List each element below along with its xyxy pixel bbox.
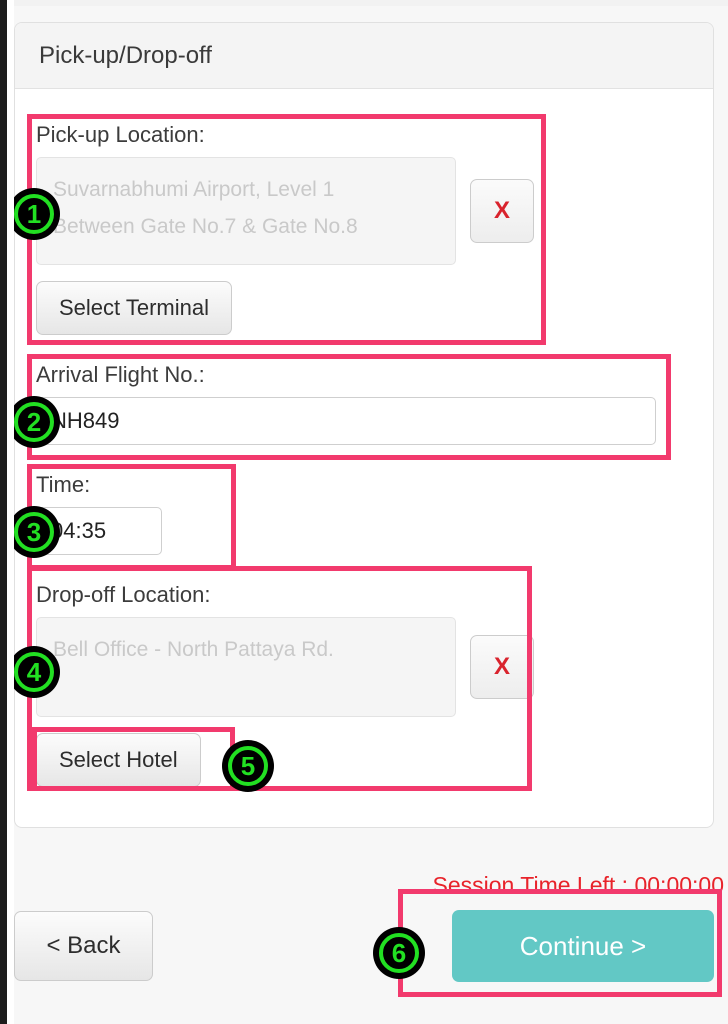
annotation-marker-6: 6: [373, 927, 425, 979]
clear-dropoff-location-button[interactable]: X: [470, 635, 534, 699]
pickup-location-label: Pick-up Location:: [36, 122, 205, 147]
back-button[interactable]: < Back: [14, 911, 153, 981]
dropoff-row: Bell Office - North Pattaya Rd. X: [36, 617, 534, 717]
card-body: [15, 89, 713, 107]
session-time-left: Session Time Left : 00:00:00: [432, 872, 724, 898]
pickup-row: Suvarnabhumi Airport, Level 1 Between Ga…: [36, 157, 534, 265]
continue-button[interactable]: Continue >: [452, 910, 714, 982]
pickup-location-input[interactable]: Suvarnabhumi Airport, Level 1 Between Ga…: [36, 157, 456, 265]
flight-number-input[interactable]: [36, 397, 656, 445]
pickup-placeholder-line1: Suvarnabhumi Airport, Level 1: [53, 178, 335, 201]
marker-ring-6: 6: [379, 933, 419, 973]
dropoff-section: Drop-off Location: Bell Office - North P…: [36, 582, 534, 787]
capture-left-edge-inner: [7, 0, 14, 1024]
pickup-section: Pick-up Location: Suvarnabhumi Airport, …: [36, 122, 534, 335]
flight-number-label: Arrival Flight No.:: [36, 362, 205, 387]
page-title: Pick-up/Drop-off: [39, 41, 212, 69]
time-input[interactable]: [36, 507, 162, 555]
time-label: Time:: [36, 472, 91, 497]
dropoff-location-input[interactable]: Bell Office - North Pattaya Rd.: [36, 617, 456, 717]
clear-pickup-location-button[interactable]: X: [470, 179, 534, 243]
pickup-placeholder-line2: Between Gate No.7 & Gate No.8: [53, 214, 358, 238]
time-section: Time:: [36, 472, 162, 555]
select-terminal-button[interactable]: Select Terminal: [36, 281, 232, 335]
dropoff-location-label: Drop-off Location:: [36, 582, 211, 607]
capture-top-edge: [0, 0, 728, 6]
select-hotel-button[interactable]: Select Hotel: [36, 733, 201, 787]
flight-section: Arrival Flight No.:: [36, 362, 656, 445]
dropoff-placeholder: Bell Office - North Pattaya Rd.: [53, 638, 334, 661]
card-header: Pick-up/Drop-off: [15, 23, 713, 89]
capture-left-edge: [0, 0, 7, 1024]
marker-number-6: 6: [391, 938, 407, 968]
